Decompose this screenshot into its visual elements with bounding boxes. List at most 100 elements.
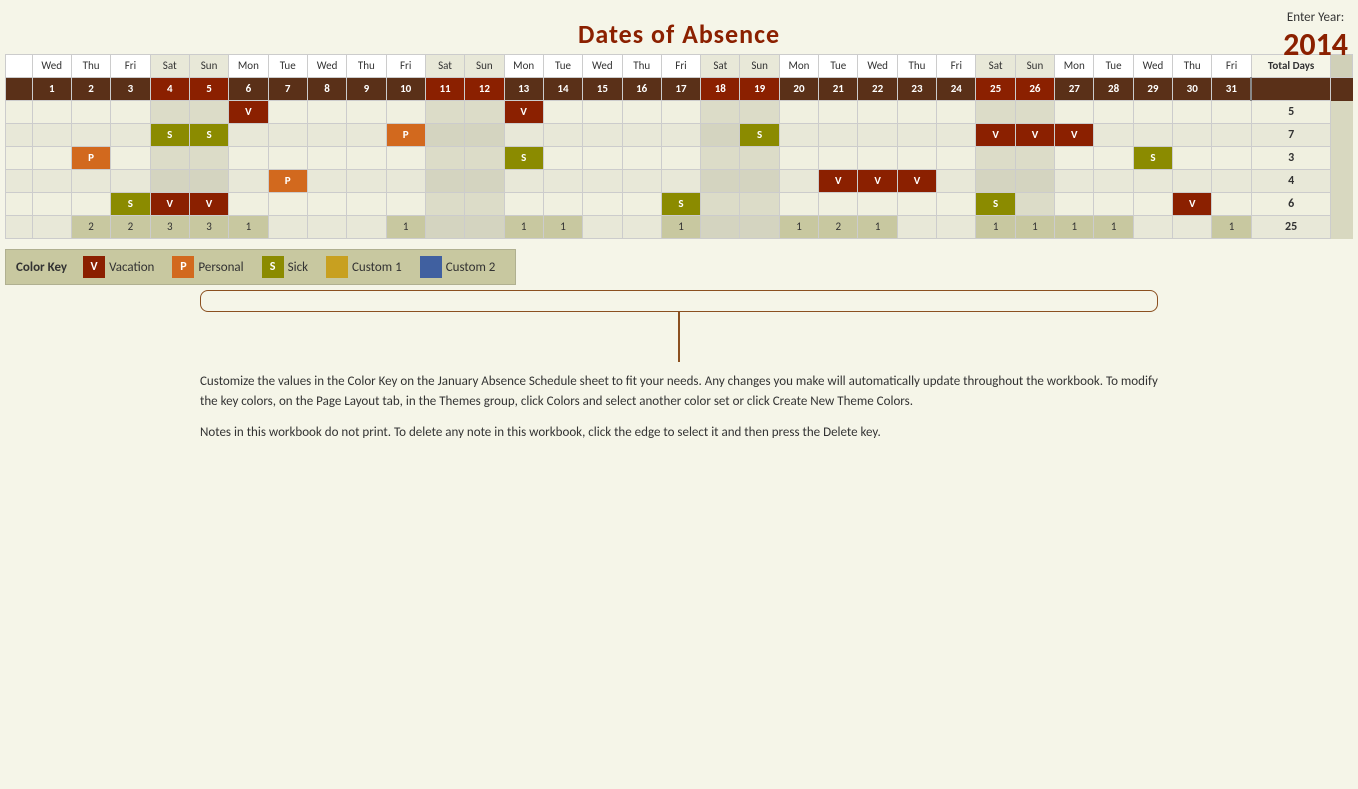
cell-r3-c17 xyxy=(701,170,740,193)
cell-r3-c14 xyxy=(583,170,622,193)
date-cell-2: 2 xyxy=(71,78,110,101)
cell-r4-c19 xyxy=(779,193,818,216)
cell-r2-c19 xyxy=(779,147,818,170)
callout-section xyxy=(200,290,1158,362)
day-header-4: Sun xyxy=(189,55,228,78)
cell-r1-c29 xyxy=(1173,124,1212,147)
cell-r2-c9 xyxy=(386,147,425,170)
cell-r4-c22 xyxy=(897,193,936,216)
cell-r1-c11 xyxy=(465,124,504,147)
cell-r2-c10 xyxy=(425,147,464,170)
cell-r0-c25 xyxy=(1015,101,1054,124)
cell-r4-c9 xyxy=(386,193,425,216)
data-row-3: PSS3 xyxy=(6,147,1353,170)
cell-r1-c27 xyxy=(1094,124,1133,147)
cell-r1-c0 xyxy=(32,124,71,147)
enter-year-section: Enter Year: 2014 xyxy=(1283,10,1348,64)
cell-r0-c19 xyxy=(779,101,818,124)
day-header-row: WedThuFriSatSunMonTueWedThuFriSatSunMonT… xyxy=(6,55,1353,78)
cell-r0-c20 xyxy=(819,101,858,124)
cell-r4-c1 xyxy=(71,193,110,216)
date-row: 1234567891011121314151617181920212223242… xyxy=(6,78,1353,101)
cell-r0-c3 xyxy=(150,101,189,124)
cell-r1-c25: V xyxy=(1015,124,1054,147)
date-cell-23: 23 xyxy=(897,78,936,101)
cell-r2-c3 xyxy=(150,147,189,170)
cell-r0-c26 xyxy=(1055,101,1094,124)
personal-label: Personal xyxy=(198,260,243,275)
cell-r5-c9: 1 xyxy=(386,216,425,239)
day-header-23: Fri xyxy=(937,55,976,78)
cell-r0-c13 xyxy=(543,101,582,124)
cell-r2-c13 xyxy=(543,147,582,170)
cell-r1-c21 xyxy=(858,124,897,147)
date-cell-27: 27 xyxy=(1055,78,1094,101)
date-cell-29: 29 xyxy=(1133,78,1172,101)
cell-r3-c13 xyxy=(543,170,582,193)
cell-r1-c30 xyxy=(1212,124,1251,147)
cell-r4-c15 xyxy=(622,193,661,216)
date-cell-22: 22 xyxy=(858,78,897,101)
cell-r0-c27 xyxy=(1094,101,1133,124)
cell-r5-c0 xyxy=(32,216,71,239)
year-value[interactable]: 2014 xyxy=(1283,25,1348,64)
date-cell-8: 8 xyxy=(307,78,346,101)
cell-r3-c25 xyxy=(1015,170,1054,193)
cell-r3-c21: V xyxy=(858,170,897,193)
cell-r2-c0 xyxy=(32,147,71,170)
cell-r3-c12 xyxy=(504,170,543,193)
cell-r1-c10 xyxy=(425,124,464,147)
vacation-badge: V xyxy=(83,256,105,278)
day-header-13: Tue xyxy=(543,55,582,78)
data-row-count: 2233111111211111125 xyxy=(6,216,1353,239)
cell-r4-c3: V xyxy=(150,193,189,216)
cell-r2-c29 xyxy=(1173,147,1212,170)
main-title: Dates of Absence xyxy=(0,18,1358,50)
callout-box xyxy=(200,290,1158,312)
cell-r3-c24 xyxy=(976,170,1015,193)
date-cell-10: 10 xyxy=(386,78,425,101)
day-header-7: Wed xyxy=(307,55,346,78)
cell-r1-c9: P xyxy=(386,124,425,147)
cell-r0-c9 xyxy=(386,101,425,124)
cell-r5-c5: 1 xyxy=(229,216,268,239)
cell-r1-c8 xyxy=(347,124,386,147)
cell-r2-c4 xyxy=(189,147,228,170)
instruction-2: Notes in this workbook do not print. To … xyxy=(200,423,1158,443)
cell-r4-c23 xyxy=(937,193,976,216)
cell-r1-c22 xyxy=(897,124,936,147)
cell-r4-c26 xyxy=(1055,193,1094,216)
sick-badge: S xyxy=(262,256,284,278)
cell-r0-c21 xyxy=(858,101,897,124)
cell-r2-c1: P xyxy=(71,147,110,170)
calendar-wrapper: WedThuFriSatSunMonTueWedThuFriSatSunMonT… xyxy=(0,54,1358,239)
cell-r2-c8 xyxy=(347,147,386,170)
cell-r4-c2: S xyxy=(111,193,150,216)
cell-r2-c12: S xyxy=(504,147,543,170)
data-row-2: SSPSVVV7 xyxy=(6,124,1353,147)
cell-r5-c23 xyxy=(937,216,976,239)
cell-r3-c19 xyxy=(779,170,818,193)
cell-r5-c10 xyxy=(425,216,464,239)
day-header-28: Wed xyxy=(1133,55,1172,78)
date-cell-20: 20 xyxy=(779,78,818,101)
cell-r0-c4 xyxy=(189,101,228,124)
cell-r2-c15 xyxy=(622,147,661,170)
cell-r4-c29: V xyxy=(1173,193,1212,216)
cell-r0-c0 xyxy=(32,101,71,124)
date-cell-25: 25 xyxy=(976,78,1015,101)
cell-r4-c0 xyxy=(32,193,71,216)
day-header-25: Sun xyxy=(1015,55,1054,78)
cell-r5-c26: 1 xyxy=(1055,216,1094,239)
day-header-26: Mon xyxy=(1055,55,1094,78)
cell-r3-c7 xyxy=(307,170,346,193)
date-cell-14: 14 xyxy=(543,78,582,101)
cell-r1-c17 xyxy=(701,124,740,147)
enter-year-label: Enter Year: xyxy=(1283,10,1348,25)
day-header-9: Fri xyxy=(386,55,425,78)
cell-r0-c1 xyxy=(71,101,110,124)
cell-r4-c5 xyxy=(229,193,268,216)
instruction-1: Customize the values in the Color Key on… xyxy=(200,372,1158,411)
custom1-badge xyxy=(326,256,348,278)
cell-r1-c1 xyxy=(71,124,110,147)
